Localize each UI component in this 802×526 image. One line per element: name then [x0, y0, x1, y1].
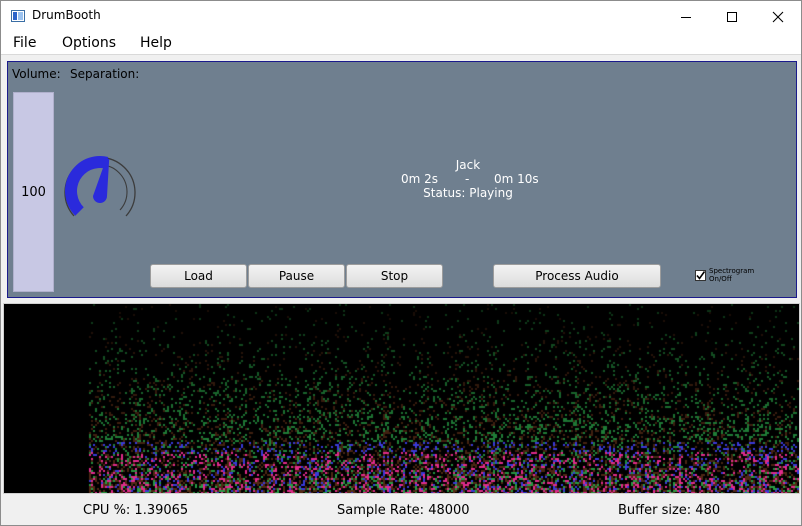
pause-button[interactable]: Pause [248, 264, 345, 288]
app-window: DrumBooth File Options Help Volume: Sepa… [0, 0, 802, 526]
window-title: DrumBooth [32, 8, 101, 22]
current-time: 0m 2s [401, 172, 439, 186]
minimize-button[interactable] [663, 1, 709, 32]
app-icon [11, 10, 25, 22]
control-panel: Volume: Separation: 100 Jack 0m 2s - 0m … [7, 61, 797, 298]
spectrogram-checkbox[interactable] [695, 270, 706, 281]
separation-knob[interactable] [60, 150, 142, 226]
menu-bar: File Options Help [1, 32, 801, 55]
menu-help[interactable]: Help [140, 35, 172, 51]
status-bar: CPU %: 1.39065 Sample Rate: 48000 Buffer… [1, 497, 801, 525]
track-info: Jack 0m 2s - 0m 10s Status: Playing [308, 158, 628, 200]
sample-rate: Sample Rate: 48000 [337, 503, 470, 518]
buffer-size: Buffer size: 480 [618, 503, 721, 518]
spectrogram-label-line1: Spectrogram [709, 267, 755, 275]
track-name: Jack [455, 158, 481, 172]
maximize-button[interactable] [709, 1, 755, 32]
total-time: 0m 10s [494, 172, 539, 186]
title-bar[interactable]: DrumBooth [1, 1, 801, 32]
minimize-icon [681, 16, 691, 18]
spectrogram-toggle-label: Spectrogram On/Off [709, 267, 769, 283]
volume-value: 100 [21, 184, 46, 200]
menu-options[interactable]: Options [62, 35, 116, 51]
maximize-icon [727, 11, 737, 22]
spectrogram-canvas [4, 304, 799, 493]
volume-label: Volume: [12, 67, 61, 81]
volume-slider[interactable]: 100 [13, 92, 54, 292]
time-separator: - [465, 172, 470, 186]
load-button[interactable]: Load [150, 264, 247, 288]
process-audio-button[interactable]: Process Audio [493, 264, 661, 288]
checkmark-icon [696, 271, 706, 280]
menu-file[interactable]: File [13, 35, 36, 51]
spectrogram-view [3, 303, 800, 494]
close-icon [772, 11, 784, 22]
playback-status: Status: Playing [423, 186, 513, 200]
close-button[interactable] [755, 1, 801, 32]
stop-button[interactable]: Stop [346, 264, 443, 288]
cpu-usage: CPU %: 1.39065 [83, 503, 189, 518]
separation-label: Separation: [70, 67, 140, 81]
spectrogram-label-line2: On/Off [709, 275, 732, 283]
